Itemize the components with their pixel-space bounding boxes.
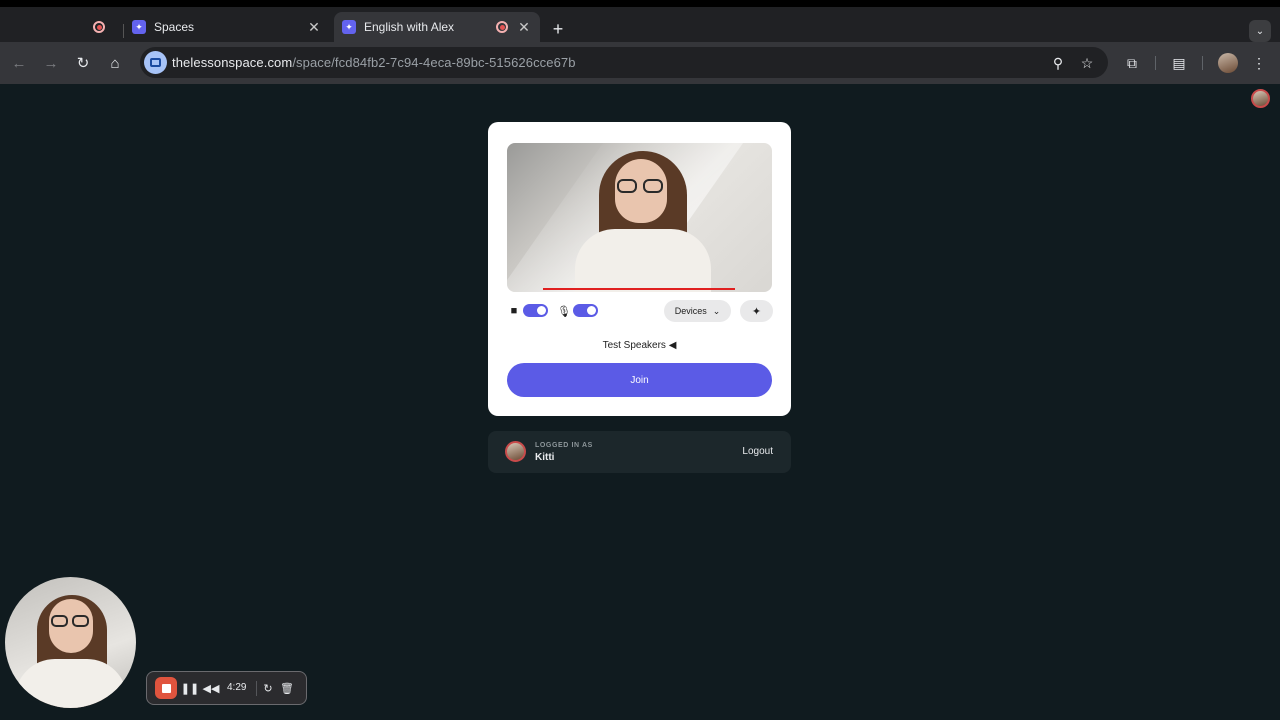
prejoin-card: ■ 🎙 Devices ⌄ ✦ Test Speakers ◀ Join xyxy=(488,122,791,416)
pause-icon[interactable]: ❚❚ xyxy=(181,680,199,696)
recording-timer: 4:29 xyxy=(227,682,247,693)
url-host: thelessonspace.com xyxy=(172,55,293,70)
tab-title: English with Alex xyxy=(364,20,455,34)
camera-preview xyxy=(507,143,772,292)
reload-icon[interactable]: ↻ xyxy=(73,53,93,73)
device-controls: ■ 🎙 Devices ⌄ ✦ xyxy=(507,300,773,324)
tab-close-icon[interactable]: ✕ xyxy=(516,19,532,35)
back-arrow-icon[interactable]: ← xyxy=(9,53,29,73)
audio-level-bar xyxy=(543,288,735,290)
logged-in-panel: LOGGED IN AS Kitti Logout xyxy=(488,431,791,473)
recording-indicator-icon xyxy=(496,21,508,33)
join-label: Join xyxy=(630,374,649,386)
camera-toggle[interactable] xyxy=(523,304,548,317)
webcam-bubble[interactable] xyxy=(5,577,136,708)
toolbar-separator xyxy=(1202,56,1203,70)
recording-toolbar: ❚❚ ◀◀ 4:29 ↻ 🗑 xyxy=(146,671,307,705)
tab-close-icon[interactable]: ✕ xyxy=(306,19,322,35)
toolbar-separator xyxy=(256,681,257,696)
reading-list-icon[interactable]: ▤ xyxy=(1169,53,1189,73)
speaker-icon: ◀ xyxy=(668,340,677,351)
address-bar[interactable]: thelessonspace.com/space/fcd84fb2-7c94-4… xyxy=(140,47,1108,78)
profile-avatar[interactable] xyxy=(1218,53,1238,73)
forward-arrow-icon[interactable]: → xyxy=(41,53,61,73)
screen-top-strip xyxy=(0,0,1280,7)
preview-person-body xyxy=(575,229,711,292)
extensions-puzzle-icon[interactable]: ⧉ xyxy=(1122,53,1142,73)
tab-recording[interactable] xyxy=(78,12,123,42)
test-speakers-link[interactable]: Test Speakers ◀ xyxy=(488,340,791,351)
trash-icon[interactable]: 🗑 xyxy=(279,680,295,696)
bubble-person-body xyxy=(15,659,127,708)
join-button[interactable]: Join xyxy=(507,363,772,397)
recording-indicator-icon xyxy=(93,21,105,33)
new-tab-button[interactable]: + xyxy=(548,19,568,39)
url-path: /space/fcd84fb2-7c94-4eca-89bc-515626cce… xyxy=(292,55,576,70)
avatar xyxy=(505,441,526,462)
user-avatar[interactable] xyxy=(1251,89,1270,108)
zoom-icon[interactable]: ⚲ xyxy=(1048,53,1068,73)
bookmark-star-icon[interactable]: ☆ xyxy=(1077,53,1097,73)
microphone-toggle[interactable] xyxy=(573,304,598,317)
tab-bar: ✦ Spaces ✕ ✦ English with Alex ✕ + ⌄ xyxy=(0,7,1280,42)
url-text: thelessonspace.com/space/fcd84fb2-7c94-4… xyxy=(172,55,576,70)
home-icon[interactable]: ⌂ xyxy=(105,53,125,73)
stop-recording-button[interactable] xyxy=(155,677,177,699)
preview-glasses xyxy=(617,179,665,193)
microphone-icon: 🎙 xyxy=(557,305,571,318)
browser-toolbar: ← → ↻ ⌂ thelessonspace.com/space/fcd84fb… xyxy=(0,42,1280,84)
sparkle-icon: ✦ xyxy=(751,305,762,318)
site-camera-icon[interactable] xyxy=(144,51,167,74)
restart-icon[interactable]: ↻ xyxy=(260,680,276,696)
logout-button[interactable]: Logout xyxy=(742,446,773,457)
lessonspace-favicon-icon: ✦ xyxy=(132,20,146,34)
camera-icon: ■ xyxy=(510,305,518,317)
devices-dropdown-button[interactable]: Devices ⌄ xyxy=(664,300,731,322)
rewind-icon[interactable]: ◀◀ xyxy=(203,680,220,696)
chevron-down-icon: ⌄ xyxy=(712,305,721,316)
username: Kitti xyxy=(535,452,555,463)
logged-in-label: LOGGED IN AS xyxy=(535,442,593,449)
toolbar-separator xyxy=(1155,56,1156,70)
tab-search-button[interactable]: ⌄ xyxy=(1249,20,1271,42)
tab-english-with-alex[interactable]: ✦ English with Alex ✕ xyxy=(334,12,540,42)
tab-spaces[interactable]: ✦ Spaces ✕ xyxy=(124,12,330,42)
devices-label: Devices xyxy=(674,306,707,316)
menu-kebab-icon[interactable]: ⋮ xyxy=(1249,53,1269,73)
test-speakers-label: Test Speakers xyxy=(602,340,666,351)
effects-sparkle-button[interactable]: ✦ xyxy=(740,300,773,322)
bubble-glasses-right xyxy=(72,615,89,627)
bubble-glasses-left xyxy=(51,615,68,627)
lessonspace-favicon-icon: ✦ xyxy=(342,20,356,34)
tab-title: Spaces xyxy=(154,20,195,34)
